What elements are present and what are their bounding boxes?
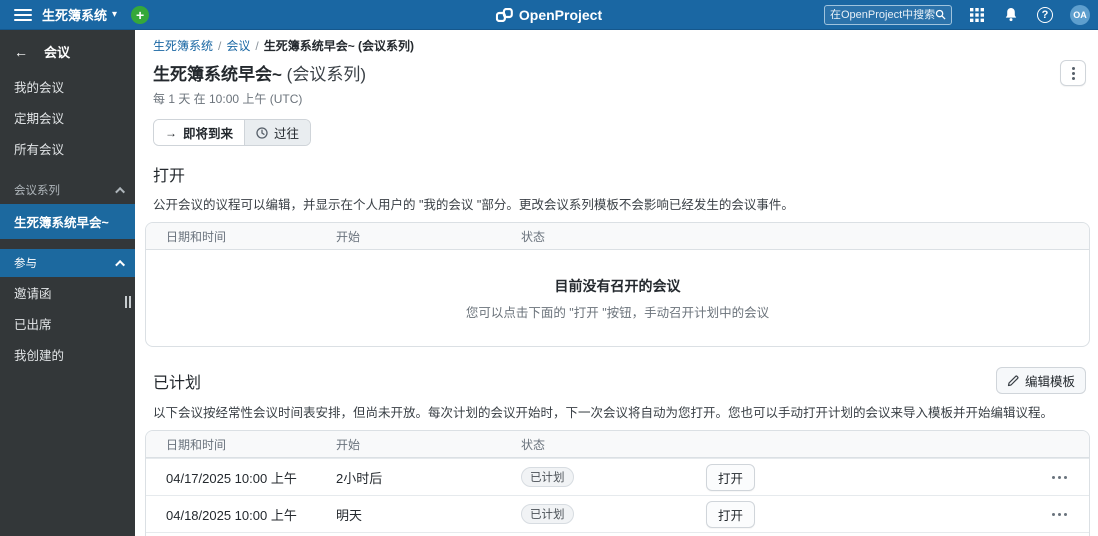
sidebar-group-participation[interactable]: 参与 — [0, 249, 135, 277]
cell-datetime: 04/17/2025 10:00 上午 — [166, 470, 297, 486]
open-meeting-button[interactable]: 打开 — [706, 500, 756, 528]
sidebar-item-my-meetings[interactable]: 我的会议 — [0, 71, 135, 102]
column-status: 状态 — [521, 437, 546, 452]
planned-section-title: 已计划 — [153, 374, 202, 392]
sidebar-meetings-header: ← 会议 — [0, 30, 135, 71]
table-row: 04/19/2025 10:00 上午 后天 已计划 打开 — [146, 532, 1089, 536]
empty-state-subtitle: 您可以点击下面的 "打开 "按钮，手动召开计划中的会议 — [465, 305, 770, 320]
openproject-logo: OpenProject — [495, 6, 603, 23]
planned-meetings-table: 日期和时间 开始 状态 04/17/2025 10:00 上午 2小时后 已计划… — [145, 430, 1090, 536]
page-title-suffix: (会议系列) — [286, 65, 366, 84]
page-more-menu-button[interactable] — [1060, 60, 1086, 86]
open-meetings-table: 日期和时间 开始 状态 目前没有召开的会议 您可以点击下面的 "打开 "按钮，手… — [145, 222, 1090, 347]
open-table-header: 日期和时间 开始 状态 — [146, 223, 1089, 250]
breadcrumb-project-link[interactable]: 生死簿系统 — [153, 37, 213, 54]
tab-upcoming[interactable]: → 即将到来 — [154, 120, 245, 145]
column-datetime: 日期和时间 — [166, 437, 227, 452]
sidebar-meetings-title: 会议 — [44, 45, 71, 60]
arrow-right-icon: → — [165, 125, 177, 140]
sidebar-item-recurring-meetings[interactable]: 定期会议 — [0, 102, 135, 133]
quick-add-button[interactable]: + — [131, 5, 150, 24]
project-selector-label: 生死簿系统 — [42, 8, 108, 23]
breadcrumb: 生死簿系统 / 会议 / 生死簿系统早会~ (会议系列) — [153, 37, 415, 54]
sidebar-group-meeting-series[interactable]: 会议系列 — [0, 176, 135, 204]
status-badge: 已计划 — [521, 504, 574, 524]
sidebar-item-created-by-me[interactable]: 我创建的 — [0, 339, 135, 370]
chevron-down-icon: ▾ — [112, 9, 118, 20]
open-table-empty-state: 目前没有召开的会议 您可以点击下面的 "打开 "按钮，手动召开计划中的会议 — [146, 250, 1089, 346]
table-row: 04/17/2025 10:00 上午 2小时后 已计划 打开 — [146, 458, 1089, 495]
planned-table-header: 日期和时间 开始 状态 — [146, 431, 1089, 458]
column-datetime: 日期和时间 — [166, 229, 227, 244]
cell-datetime: 04/18/2025 10:00 上午 — [166, 507, 297, 523]
planned-section-description: 以下会议按经常性会议时间表安排，但尚未开放。每次计划的会议开始时，下一次会议将自… — [153, 406, 1054, 420]
chevron-up-icon — [115, 259, 126, 270]
top-header-bar: 生死簿系统 ▾ + OpenProject 在OpenProject中搜索 ? … — [0, 0, 1098, 30]
row-more-menu-icon[interactable] — [1052, 475, 1067, 479]
sidebar: ← 会议 我的会议 定期会议 所有会议 会议系列 生死簿系统早会~ 参与 邀请函… — [0, 30, 135, 536]
sidebar-group-participation-label: 参与 — [14, 258, 37, 270]
main-content: 生死簿系统 / 会议 / 生死簿系统早会~ (会议系列) 生死簿系统早会~ (会… — [135, 30, 1098, 536]
sidebar-item-attended[interactable]: 已出席 — [0, 308, 135, 339]
empty-state-title: 目前没有召开的会议 — [554, 277, 681, 294]
status-badge: 已计划 — [521, 467, 574, 487]
project-selector[interactable]: 生死簿系统 ▾ — [42, 5, 117, 24]
breadcrumb-meetings-link[interactable]: 会议 — [226, 37, 250, 54]
edit-template-button[interactable]: 编辑模板 — [995, 367, 1086, 394]
sidebar-item-invitations[interactable]: 邀请函 — [0, 277, 135, 308]
tab-past[interactable]: 过往 — [244, 120, 311, 145]
global-search-input[interactable] — [830, 8, 935, 21]
search-icon — [935, 9, 946, 20]
notifications-bell-icon[interactable] — [1002, 6, 1020, 24]
back-arrow-icon[interactable]: ← — [14, 44, 28, 60]
chevron-up-icon — [115, 186, 126, 197]
sidebar-item-series-selected[interactable]: 生死簿系统早会~ — [0, 204, 135, 239]
row-more-menu-icon[interactable] — [1052, 512, 1067, 516]
user-avatar[interactable]: OA — [1070, 4, 1090, 25]
column-start: 开始 — [336, 229, 361, 244]
column-start: 开始 — [336, 437, 361, 452]
modules-grid-icon[interactable] — [968, 6, 986, 24]
open-section-title: 打开 — [153, 168, 186, 185]
openproject-logo-icon — [495, 7, 513, 22]
clock-icon — [256, 126, 268, 139]
open-meeting-button[interactable]: 打开 — [706, 463, 756, 491]
time-filter-segmented-control: → 即将到来 过往 — [153, 119, 312, 146]
cell-start: 2小时后 — [336, 470, 383, 486]
table-row: 04/18/2025 10:00 上午 明天 已计划 打开 — [146, 495, 1089, 532]
help-icon[interactable]: ? — [1036, 6, 1054, 24]
global-search[interactable] — [824, 4, 952, 25]
column-status: 状态 — [521, 229, 546, 244]
breadcrumb-current: 生死簿系统早会~ (会议系列) — [263, 39, 415, 53]
recurrence-schedule: 每 1 天 在 10:00 上午 (UTC) — [153, 92, 303, 106]
openproject-logo-text: OpenProject — [518, 6, 603, 23]
open-section-description: 公开会议的议程可以编辑，并显示在个人用户的 "我的会议 "部分。更改会议系列模板… — [153, 198, 794, 212]
pencil-icon — [1007, 375, 1019, 386]
hamburger-menu-icon[interactable] — [14, 8, 32, 21]
page-title: 生死簿系统早会~ (会议系列) — [153, 65, 366, 84]
sidebar-resize-handle[interactable] — [125, 296, 132, 308]
cell-start: 明天 — [336, 507, 363, 523]
sidebar-group-meeting-series-label: 会议系列 — [14, 185, 60, 197]
sidebar-item-all-meetings[interactable]: 所有会议 — [0, 133, 135, 164]
